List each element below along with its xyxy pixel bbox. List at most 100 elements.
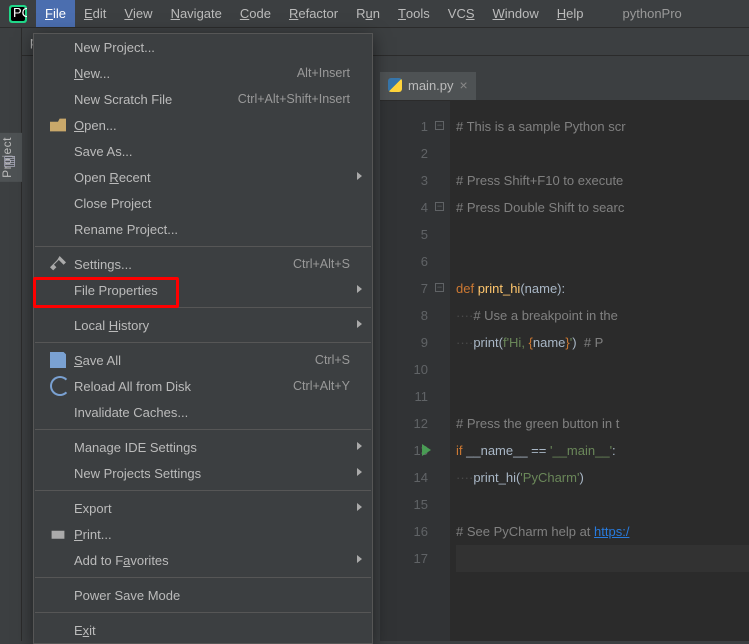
menu-navigate[interactable]: Navigate (162, 0, 231, 27)
code-line[interactable]: # See PyCharm help at https:/ (456, 518, 749, 545)
code-line[interactable] (456, 491, 749, 518)
fold-icon[interactable]: − (435, 121, 444, 130)
menu-item-open-recent[interactable]: Open Recent (34, 164, 372, 190)
line-number[interactable]: 6 (380, 248, 428, 275)
code-line[interactable]: # Press the green button in t (456, 410, 749, 437)
line-number[interactable]: 16 (380, 518, 428, 545)
menu-item-new[interactable]: New...Alt+Insert (34, 60, 372, 86)
menu-code[interactable]: Code (231, 0, 280, 27)
menu-item-label: Exit (74, 623, 350, 638)
menu-item-export[interactable]: Export (34, 495, 372, 521)
menu-item-print[interactable]: Print... (34, 521, 372, 547)
submenu-arrow-icon (357, 320, 362, 328)
line-number[interactable]: 1 (380, 113, 428, 140)
structure-tool-icon[interactable]: ▤ (3, 153, 19, 167)
code-line[interactable]: # Press Double Shift to searc (456, 194, 749, 221)
submenu-arrow-icon (357, 172, 362, 180)
fold-icon[interactable]: − (435, 202, 444, 211)
menu-item-label: Save All (74, 353, 315, 368)
project-name-label: pythonPro (623, 6, 682, 21)
menu-item-label: Export (74, 501, 350, 516)
menu-tools[interactable]: Tools (389, 0, 439, 27)
menu-vcs[interactable]: VCS (439, 0, 484, 27)
code-line[interactable] (456, 221, 749, 248)
menu-item-label: Rename Project... (74, 222, 350, 237)
menu-item-label: New Project... (74, 40, 350, 55)
submenu-arrow-icon (357, 555, 362, 563)
menu-shortcut: Ctrl+Alt+Y (293, 379, 350, 393)
python-file-icon (388, 78, 402, 92)
menu-item-manage-ide-settings[interactable]: Manage IDE Settings (34, 434, 372, 460)
menu-item-save-as[interactable]: Save As... (34, 138, 372, 164)
pycharm-logo-icon: PC (8, 4, 28, 24)
menu-refactor[interactable]: Refactor (280, 0, 347, 27)
menu-item-add-to-favorites[interactable]: Add to Favorites (34, 547, 372, 573)
menu-item-label: Settings... (74, 257, 293, 272)
code-line[interactable]: ····print_hi('PyCharm') (456, 464, 749, 491)
menu-item-settings[interactable]: Settings...Ctrl+Alt+S (34, 251, 372, 277)
menu-item-local-history[interactable]: Local History (34, 312, 372, 338)
editor-code-area[interactable]: # This is a sample Python scr # Press Sh… (450, 101, 749, 641)
code-line[interactable] (456, 356, 749, 383)
line-number[interactable]: 2 (380, 140, 428, 167)
editor-gutter[interactable]: 1−234−567−891011121314151617 (380, 101, 450, 641)
menu-file[interactable]: File (36, 0, 75, 27)
code-line[interactable] (456, 248, 749, 275)
menu-item-label: Open Recent (74, 170, 350, 185)
line-number[interactable]: 11 (380, 383, 428, 410)
line-number[interactable]: 4 (380, 194, 428, 221)
code-line[interactable]: def print_hi(name): (456, 275, 749, 302)
code-line[interactable]: # Press Shift+F10 to execute (456, 167, 749, 194)
menu-item-new-projects-settings[interactable]: New Projects Settings (34, 460, 372, 486)
menu-help[interactable]: Help (548, 0, 593, 27)
menu-separator (35, 577, 371, 578)
menu-item-open[interactable]: Open... (34, 112, 372, 138)
line-number[interactable]: 15 (380, 491, 428, 518)
menu-window[interactable]: Window (484, 0, 548, 27)
menu-separator (35, 246, 371, 247)
run-gutter-icon[interactable] (422, 444, 431, 456)
line-number[interactable]: 3 (380, 167, 428, 194)
menu-item-new-scratch-file[interactable]: New Scratch FileCtrl+Alt+Shift+Insert (34, 86, 372, 112)
menu-edit[interactable]: Edit (75, 0, 115, 27)
line-number[interactable]: 14 (380, 464, 428, 491)
line-number[interactable]: 17 (380, 545, 428, 572)
editor-tab-main[interactable]: main.py × (380, 72, 476, 100)
line-number[interactable]: 10 (380, 356, 428, 383)
code-editor[interactable]: 1−234−567−891011121314151617 # This is a… (380, 101, 749, 641)
left-toolbar: Project ▤ (0, 28, 22, 641)
menu-item-exit[interactable]: Exit (34, 617, 372, 643)
code-line[interactable]: ····# Use a breakpoint in the (456, 302, 749, 329)
code-line[interactable]: if __name__ == '__main__': (456, 437, 749, 464)
close-tab-icon[interactable]: × (460, 78, 468, 92)
menu-item-file-properties[interactable]: File Properties (34, 277, 372, 303)
menu-item-label: File Properties (74, 283, 350, 298)
menu-separator (35, 342, 371, 343)
line-number[interactable]: 5 (380, 221, 428, 248)
code-line[interactable]: ····print(f'Hi, {name}') # P (456, 329, 749, 356)
submenu-arrow-icon (357, 442, 362, 450)
code-line[interactable] (456, 383, 749, 410)
line-number[interactable]: 9 (380, 329, 428, 356)
menu-item-new-project[interactable]: New Project... (34, 34, 372, 60)
menubar: PC FileEditViewNavigateCodeRefactorRunTo… (0, 0, 749, 28)
menu-run[interactable]: Run (347, 0, 389, 27)
line-number[interactable]: 12 (380, 410, 428, 437)
code-line[interactable]: # This is a sample Python scr (456, 113, 749, 140)
line-number[interactable]: 8 (380, 302, 428, 329)
menu-item-label: Invalidate Caches... (74, 405, 350, 420)
menu-item-rename-project[interactable]: Rename Project... (34, 216, 372, 242)
menu-item-invalidate-caches[interactable]: Invalidate Caches... (34, 399, 372, 425)
code-line[interactable] (456, 545, 749, 572)
menu-item-power-save-mode[interactable]: Power Save Mode (34, 582, 372, 608)
menu-separator (35, 612, 371, 613)
code-line[interactable] (456, 140, 749, 167)
line-number[interactable]: 7 (380, 275, 428, 302)
menu-item-reload-all-from-disk[interactable]: Reload All from DiskCtrl+Alt+Y (34, 373, 372, 399)
menu-view[interactable]: View (115, 0, 161, 27)
fold-icon[interactable]: − (435, 283, 444, 292)
menu-item-label: Open... (74, 118, 350, 133)
menu-item-save-all[interactable]: Save AllCtrl+S (34, 347, 372, 373)
line-number[interactable]: 13 (380, 437, 428, 464)
menu-item-close-project[interactable]: Close Project (34, 190, 372, 216)
